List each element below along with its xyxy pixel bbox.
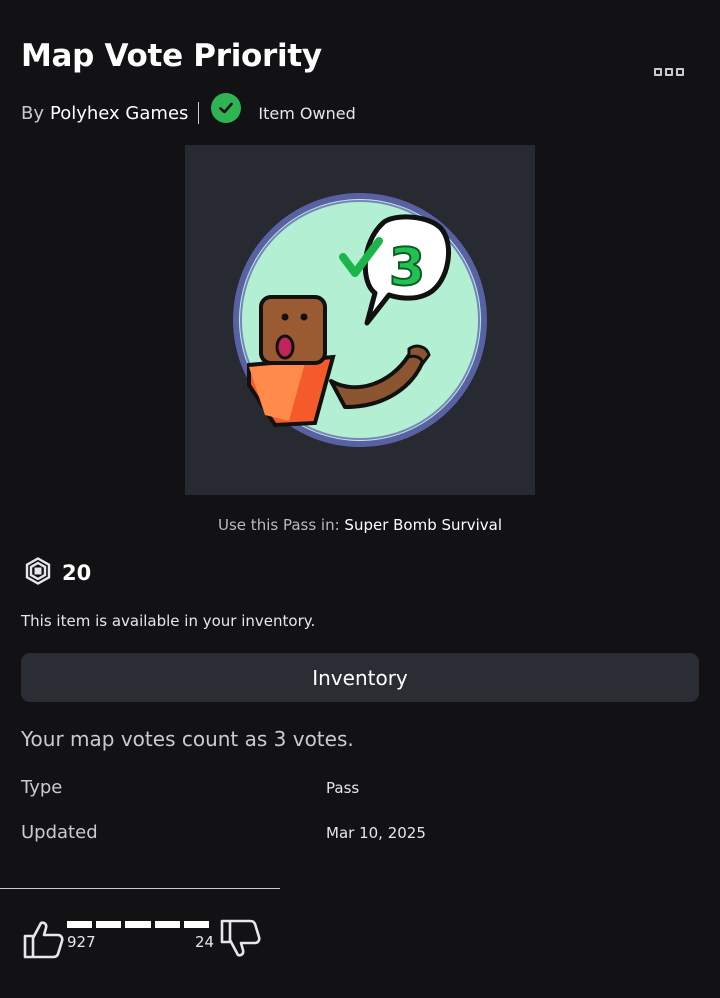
more-dot-icon — [665, 68, 673, 76]
vote-ratio-bar — [67, 921, 210, 928]
game-link[interactable]: Super Bomb Survival — [344, 516, 502, 534]
price-value: 20 — [62, 561, 92, 585]
detail-value-updated: Mar 10, 2025 — [326, 824, 426, 842]
byline-divider — [198, 102, 200, 124]
detail-label-updated: Updated — [21, 822, 98, 843]
item-owned-label: Item Owned — [258, 103, 356, 123]
upvote-count: 927 — [67, 933, 96, 951]
thumbs-down-icon[interactable] — [219, 918, 261, 964]
use-pass-line: Use this Pass in: Super Bomb Survival — [0, 516, 720, 534]
section-divider — [0, 888, 280, 889]
checkmark-icon — [211, 93, 242, 123]
item-thumbnail: 3 — [185, 145, 535, 495]
inventory-button[interactable]: Inventory — [21, 653, 699, 702]
robux-icon — [24, 557, 52, 589]
detail-label-type: Type — [21, 777, 63, 798]
more-dot-icon — [654, 68, 662, 76]
item-description: Your map votes count as 3 votes. — [21, 727, 354, 751]
availability-text: This item is available in your inventory… — [21, 612, 316, 630]
page-title: Map Vote Priority — [21, 38, 322, 74]
thumbs-up-icon[interactable] — [22, 918, 64, 964]
by-prefix: By — [21, 102, 45, 124]
use-pass-prefix: Use this Pass in: — [218, 516, 340, 534]
vote-row: 927 24 — [22, 915, 262, 965]
more-options-button[interactable] — [654, 68, 690, 82]
price: 20 — [24, 557, 91, 589]
downvote-count: 24 — [195, 933, 215, 951]
detail-value-type: Pass — [326, 779, 360, 797]
byline: By Polyhex Games Item Owned — [21, 93, 356, 126]
badge-number: 3 — [389, 238, 425, 298]
more-dot-icon — [676, 68, 684, 76]
creator-link[interactable]: Polyhex Games — [50, 103, 188, 124]
